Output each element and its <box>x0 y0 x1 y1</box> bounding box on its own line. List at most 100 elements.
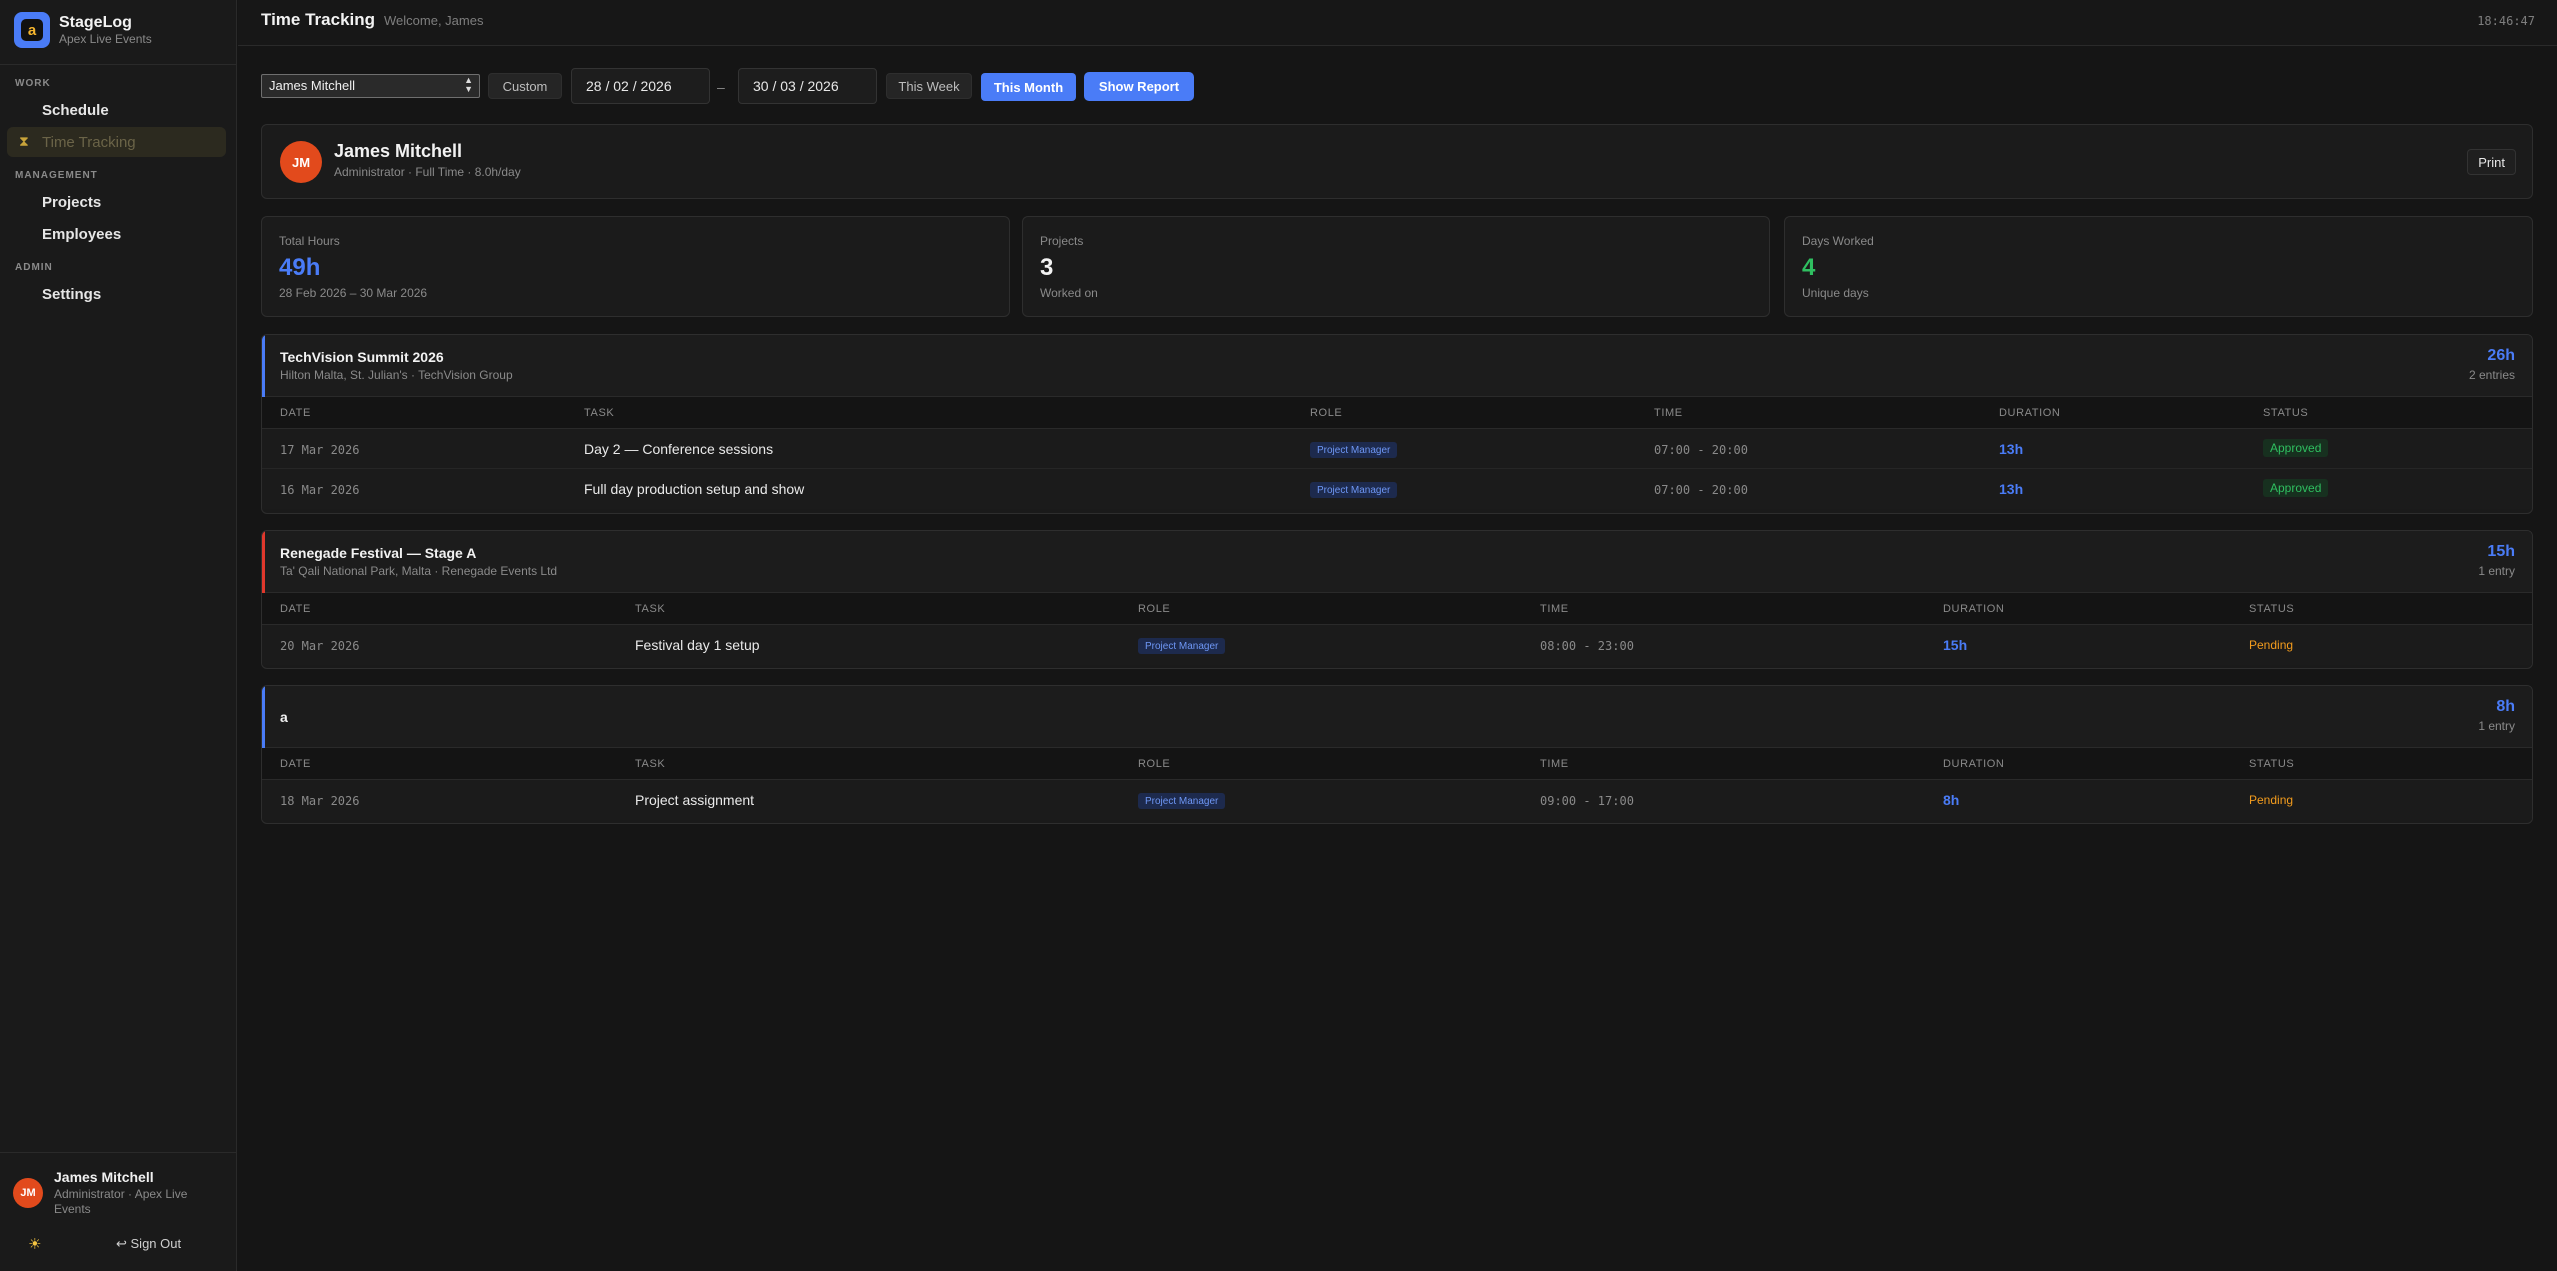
stat-value: 3 <box>1040 254 1054 281</box>
sidebar-item-label: Time Tracking <box>42 133 136 151</box>
row-task: Day 2 — Conference sessions <box>584 441 774 457</box>
row-date: 20 Mar 2026 <box>280 639 360 653</box>
row-date: 18 Mar 2026 <box>280 794 360 808</box>
sidebar-divider <box>0 64 236 65</box>
col-status: STATUS <box>2249 758 2295 770</box>
table-header: DATE TASK ROLE TIME DURATION STATUS <box>262 397 2532 429</box>
project-entry-count: 1 entry <box>2478 719 2515 733</box>
brand[interactable]: a StageLog Apex Live Events <box>14 10 152 50</box>
to-date-input[interactable]: 30 / 03 / 2026 <box>738 68 877 104</box>
employee-select-value: James Mitchell <box>269 78 355 93</box>
col-role: ROLE <box>1138 758 1171 770</box>
sidebar-item-settings[interactable]: Settings <box>7 279 226 309</box>
custom-button[interactable]: Custom <box>488 73 562 99</box>
col-time: TIME <box>1654 407 1683 419</box>
sidebar-item-time-tracking[interactable]: ⧗ Time Tracking <box>7 127 226 157</box>
date-range-dash: – <box>717 79 725 95</box>
nav-section-management: MANAGEMENT <box>15 170 98 181</box>
project-total-hours: 8h <box>2496 698 2515 715</box>
app-logo-glyph: a <box>21 19 43 41</box>
col-duration: DURATION <box>1943 603 2005 615</box>
row-duration: 15h <box>1943 637 1968 653</box>
sign-out-button[interactable]: ↩ Sign Out <box>116 1236 181 1252</box>
status-badge: Approved <box>2263 479 2329 497</box>
app-name: StageLog <box>59 14 132 31</box>
sidebar-footer-divider <box>0 1152 236 1153</box>
avatar: JM <box>280 141 322 183</box>
table-row[interactable]: 18 Mar 2026 Project assignment Project M… <box>262 780 2532 820</box>
row-task: Full day production setup and show <box>584 481 805 497</box>
col-date: DATE <box>280 407 311 419</box>
status-badge: Approved <box>2263 439 2329 457</box>
employee-meta: Administrator · Full Time · 8.0h/day <box>334 165 521 179</box>
row-duration: 8h <box>1943 792 1960 808</box>
sun-icon[interactable]: ☀ <box>28 1235 41 1253</box>
stat-card-days-worked: Days Worked 4 Unique days <box>1784 216 2533 317</box>
page-title: Time Tracking <box>261 10 376 29</box>
stat-label: Projects <box>1040 234 1084 248</box>
stat-card-total-hours: Total Hours 49h 28 Feb 2026 – 30 Mar 202… <box>261 216 1010 317</box>
project-color-bar <box>262 686 265 748</box>
stat-label: Days Worked <box>1802 234 1874 248</box>
role-badge: Project Manager <box>1310 482 1398 498</box>
hourglass-icon: ⧗ <box>19 133 29 149</box>
project-title: Renegade Festival — Stage A <box>280 545 477 561</box>
employee-card: JM James Mitchell Administrator · Full T… <box>261 124 2533 199</box>
show-report-button[interactable]: Show Report <box>1084 72 1194 101</box>
project-color-bar <box>262 335 265 397</box>
role-badge: Project Manager <box>1138 793 1226 809</box>
project-group-renegade: Renegade Festival — Stage A Ta' Qali Nat… <box>261 530 2533 669</box>
col-role: ROLE <box>1138 603 1171 615</box>
stat-value: 4 <box>1802 254 1816 281</box>
col-time: TIME <box>1540 758 1569 770</box>
employee-select[interactable]: James Mitchell ▲ ▼ <box>261 74 480 98</box>
row-time: 07:00 - 20:00 <box>1654 483 1748 497</box>
col-date: DATE <box>280 603 311 615</box>
project-total-hours: 26h <box>2487 347 2515 364</box>
stat-sub: Worked on <box>1040 286 1098 300</box>
col-task: TASK <box>635 758 666 770</box>
project-total-hours: 15h <box>2487 543 2515 560</box>
print-button[interactable]: Print <box>2467 149 2516 175</box>
table-row[interactable]: 17 Mar 2026 Day 2 — Conference sessions … <box>262 429 2532 469</box>
table-row[interactable]: 20 Mar 2026 Festival day 1 setup Project… <box>262 625 2532 665</box>
this-week-button[interactable]: This Week <box>886 73 972 99</box>
project-title: a <box>280 709 288 725</box>
row-task: Festival day 1 setup <box>635 637 760 653</box>
sidebar-item-projects[interactable]: Projects <box>7 187 226 217</box>
from-date-input[interactable]: 28 / 02 / 2026 <box>571 68 710 104</box>
role-badge: Project Manager <box>1310 442 1398 458</box>
col-duration: DURATION <box>1943 758 2005 770</box>
sidebar: a StageLog Apex Live Events WORK Schedul… <box>0 0 237 1271</box>
clock: 18:46:47 <box>2477 14 2535 28</box>
row-time: 09:00 - 17:00 <box>1540 794 1634 808</box>
row-duration: 13h <box>1999 441 2024 457</box>
role-badge: Project Manager <box>1138 638 1226 654</box>
stat-sub: Unique days <box>1802 286 1869 300</box>
employee-name: James Mitchell <box>334 141 463 161</box>
project-header[interactable]: Renegade Festival — Stage A Ta' Qali Nat… <box>262 531 2532 593</box>
app-logo-icon: a <box>14 12 50 48</box>
stat-sub: 28 Feb 2026 – 30 Mar 2026 <box>279 286 428 300</box>
col-task: TASK <box>584 407 615 419</box>
row-task: Project assignment <box>635 792 755 808</box>
project-header[interactable]: TechVision Summit 2026 Hilton Malta, St.… <box>262 335 2532 397</box>
user-name: James Mitchell <box>54 1169 154 1185</box>
this-month-button[interactable]: This Month <box>981 73 1076 101</box>
row-date: 17 Mar 2026 <box>280 443 360 457</box>
sidebar-item-schedule[interactable]: Schedule <box>7 95 226 125</box>
sidebar-item-employees[interactable]: Employees <box>7 219 226 249</box>
table-header: DATE TASK ROLE TIME DURATION STATUS <box>262 748 2532 780</box>
row-time: 07:00 - 20:00 <box>1654 443 1748 457</box>
table-row[interactable]: 16 Mar 2026 Full day production setup an… <box>262 469 2532 509</box>
project-title: TechVision Summit 2026 <box>280 349 444 365</box>
user-role: Administrator · Apex Live Events <box>54 1187 188 1216</box>
welcome-text: Welcome, James <box>384 13 484 28</box>
project-group-techvision: TechVision Summit 2026 Hilton Malta, St.… <box>261 334 2533 514</box>
avatar[interactable]: JM <box>13 1178 43 1208</box>
row-time: 08:00 - 23:00 <box>1540 639 1634 653</box>
project-group-a: a 8h 1 entry DATE TASK ROLE TIME DURATIO… <box>261 685 2533 824</box>
table-header: DATE TASK ROLE TIME DURATION STATUS <box>262 593 2532 625</box>
project-header[interactable]: a 8h 1 entry <box>262 686 2532 748</box>
stat-card-projects: Projects 3 Worked on <box>1022 216 1770 317</box>
